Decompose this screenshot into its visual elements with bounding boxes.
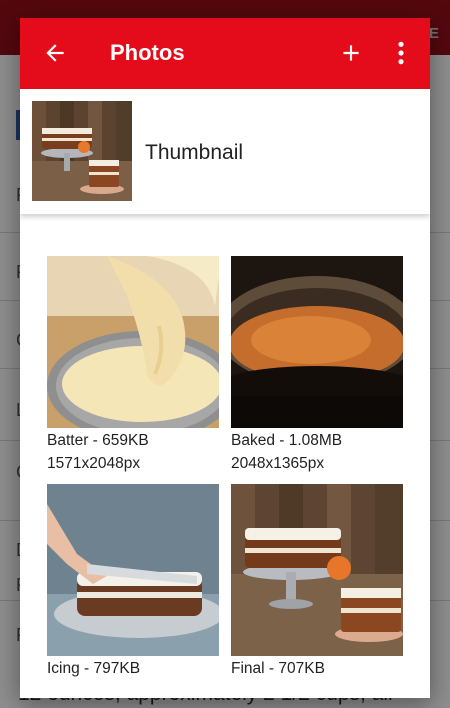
thumbnail-label: Thumbnail (145, 141, 244, 164)
photo-card-baked[interactable]: Baked - 1.08MB 2048x1365px (231, 256, 403, 474)
photo-caption: Final - 707KB (231, 660, 325, 677)
photos-dialog: Photos Thumbnail Batter - 659KB 1571x204… (20, 18, 430, 698)
thumbnail-image (32, 101, 132, 201)
photo-icing (47, 484, 219, 656)
photo-dimensions: 2048x1365px (231, 455, 325, 472)
photo-dimensions: 1571x2048px (47, 455, 141, 472)
photo-final (231, 484, 403, 656)
plus-icon[interactable] (338, 40, 364, 66)
photo-caption: Batter - 659KB (47, 432, 149, 449)
dialog-toolbar: Photos (20, 18, 430, 89)
photo-caption: Baked - 1.08MB (231, 432, 343, 449)
photo-batter (47, 256, 219, 428)
dialog-title: Photos (110, 40, 185, 65)
thumbnail-row[interactable]: Thumbnail (20, 89, 430, 214)
photo-baked (231, 256, 403, 428)
more-vert-icon[interactable] (395, 40, 407, 66)
photo-card-final[interactable]: Final - 707KB (231, 484, 403, 679)
photo-card-batter[interactable]: Batter - 659KB 1571x2048px (47, 256, 219, 474)
photo-caption: Icing - 797KB (47, 660, 141, 677)
arrow-back-icon[interactable] (42, 40, 68, 66)
photo-card-icing[interactable]: Icing - 797KB (47, 484, 219, 679)
